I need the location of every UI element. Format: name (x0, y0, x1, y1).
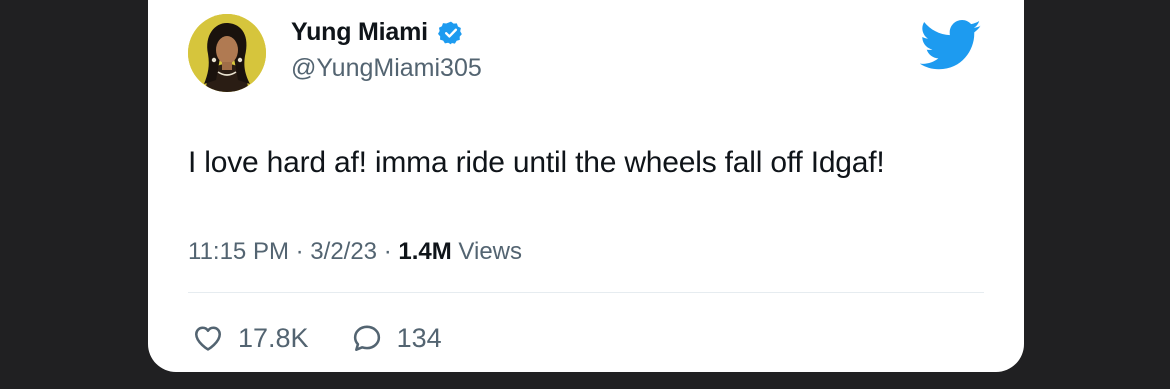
tweet-card[interactable]: Yung Miami @YungMiami305 I love hard af!… (148, 0, 1024, 372)
author-name-row: Yung Miami (291, 18, 464, 47)
avatar[interactable] (188, 14, 266, 92)
meta-separator: · (295, 238, 311, 265)
tweet-date[interactable]: 3/2/23 (310, 238, 377, 265)
author-handle[interactable]: @YungMiami305 (291, 54, 482, 83)
reply-icon (353, 325, 380, 351)
tweet-actions: 17.8K 134 (192, 322, 484, 354)
like-button[interactable]: 17.8K (192, 322, 309, 354)
verified-badge-icon (437, 21, 462, 44)
screenshot-backdrop: Yung Miami @YungMiami305 I love hard af!… (0, 0, 1170, 389)
views-count: 1.4M (398, 238, 452, 265)
divider (188, 292, 984, 293)
twitter-bird-icon[interactable] (920, 14, 982, 76)
like-count: 17.8K (238, 322, 309, 353)
views-label: Views (458, 238, 522, 265)
tweet-text: I love hard af! imma ride until the whee… (188, 146, 885, 179)
author-display-name[interactable]: Yung Miami (291, 18, 428, 47)
tweet-time[interactable]: 11:15 PM (188, 238, 289, 265)
reply-button[interactable]: 134 (351, 322, 442, 354)
reply-count: 134 (396, 322, 442, 353)
meta-separator: · (383, 238, 399, 265)
avatar-photo (188, 14, 266, 92)
heart-icon (195, 326, 222, 351)
tweet-meta: 11:15 PM · 3/2/23 · 1.4M Views (188, 238, 522, 266)
